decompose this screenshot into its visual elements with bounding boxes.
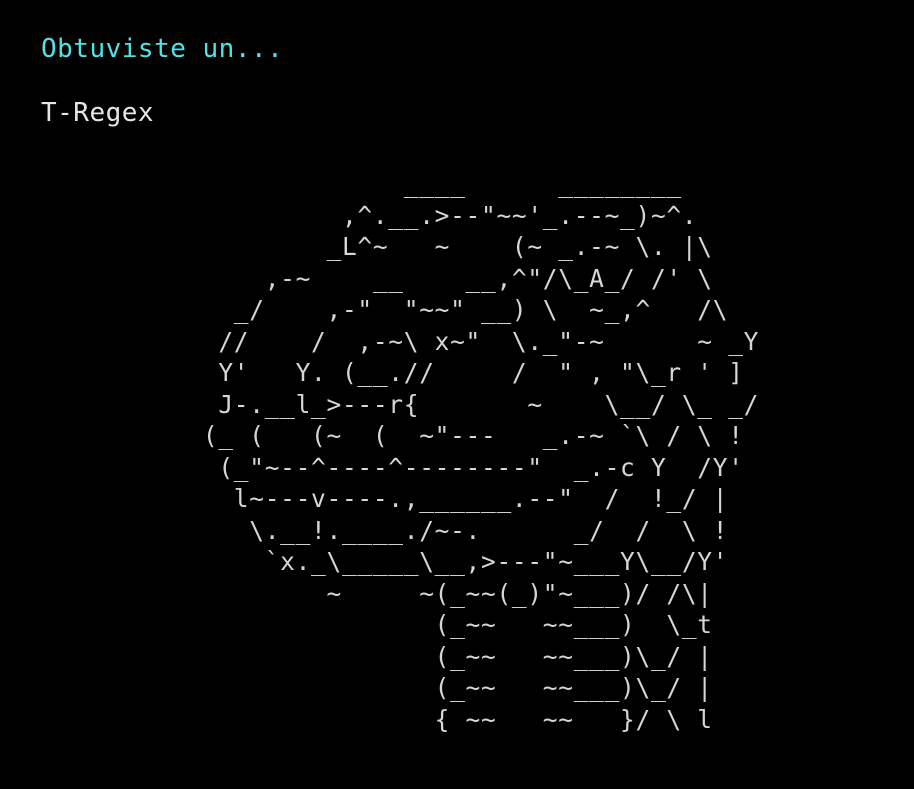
t-rex-ascii-art: ____ ________ ,^.__.>--"~~'_.--~_)~^. _L… [202, 169, 760, 734]
result-heading: Obtuviste un... [41, 34, 284, 64]
terminal-window: Obtuviste un... T-Regex ____ ________ ,^… [0, 0, 914, 789]
result-name: T-Regex [41, 98, 155, 128]
